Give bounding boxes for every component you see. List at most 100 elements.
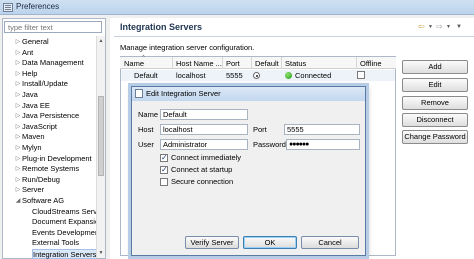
column-header-offline[interactable]: Offline — [360, 58, 382, 69]
tree-item[interactable]: ▷ Data Management — [16, 58, 84, 68]
tree-item-label: Server — [22, 185, 45, 195]
column-header-default[interactable]: Default — [255, 58, 279, 69]
scroll-thumb[interactable] — [98, 96, 104, 176]
tree-item-label: Mylyn — [22, 143, 42, 152]
tree-item[interactable]: ▷ Plug-in Development — [16, 153, 92, 164]
cell-name: Default — [134, 71, 158, 80]
ok-button[interactable]: OK — [243, 236, 297, 249]
password-field[interactable]: ●●●●●● — [286, 139, 360, 150]
expanded-arrow-icon[interactable]: ◢ — [14, 196, 22, 206]
change-password-button[interactable]: Change Password — [402, 130, 468, 144]
tree-item[interactable]: Integration Servers — [32, 249, 98, 259]
menu-icon[interactable]: ▼ — [456, 22, 462, 32]
tree-item-label: Java — [22, 90, 38, 99]
tree-item[interactable]: External Tools — [32, 238, 79, 248]
collapsed-arrow-icon[interactable]: ▷ — [14, 154, 22, 164]
name-label: Name — [138, 110, 159, 119]
collapsed-arrow-icon[interactable]: ▷ — [14, 58, 22, 68]
scroll-up-icon[interactable]: ▲ — [97, 37, 105, 45]
tree-item[interactable]: ▷ Mylyn — [16, 143, 42, 153]
cancel-button[interactable]: Cancel — [301, 236, 359, 249]
tree-item[interactable]: ▷ Ant — [16, 47, 34, 58]
back-arrow-icon[interactable]: ⇦ — [418, 22, 425, 32]
user-field[interactable]: Administrator — [160, 139, 248, 150]
tree-item[interactable]: Document Expansio — [32, 217, 99, 227]
window-title-bar: Preferences — [0, 0, 474, 15]
connect-immediately-checkbox[interactable] — [160, 153, 168, 163]
tree-item[interactable]: ▷ Maven — [16, 132, 45, 142]
add-button[interactable]: Add — [402, 60, 468, 74]
column-header-port[interactable]: Port — [226, 58, 240, 69]
scroll-down-icon[interactable]: ▼ — [97, 249, 105, 257]
collapsed-arrow-icon[interactable]: ▷ — [14, 185, 22, 195]
tree-item[interactable]: ◢ Software AG — [16, 196, 65, 206]
dialog-icon — [135, 89, 143, 98]
page-title: Integration Servers — [120, 22, 203, 32]
tree-item[interactable]: ▷ Server — [16, 185, 45, 195]
tree-item[interactable]: ▷ General — [16, 37, 49, 47]
column-header-status[interactable]: Status — [285, 58, 306, 69]
secure-connection-label: Secure connection — [171, 177, 234, 186]
tree-item-label: Maven — [22, 132, 45, 142]
tree-item[interactable]: ▷ Java Persistence — [16, 111, 80, 121]
collapsed-arrow-icon[interactable]: ▷ — [14, 132, 22, 142]
forward-arrow-icon[interactable]: ⇨ — [436, 22, 443, 32]
tree-item-label: Plug-in Development — [22, 153, 92, 163]
column-header-host[interactable]: Host Name ... — [176, 58, 222, 69]
remove-button[interactable]: Remove — [402, 96, 468, 110]
page-description: Manage integration server configuration. — [120, 43, 255, 52]
collapsed-arrow-icon[interactable]: ▷ — [14, 122, 22, 132]
tree-item-label: Install/Update — [22, 79, 68, 89]
tree-item-label: Ant — [22, 47, 34, 57]
tree-item-label: Run/Debug — [22, 174, 60, 184]
filter-input[interactable] — [4, 21, 102, 33]
collapsed-arrow-icon[interactable]: ▷ — [14, 48, 22, 58]
tree-item-label: Java Persistence — [22, 111, 80, 121]
disconnect-button[interactable]: Disconnect — [402, 113, 468, 127]
collapsed-arrow-icon[interactable]: ▷ — [14, 90, 22, 100]
preferences-icon — [3, 3, 13, 12]
dropdown-icon[interactable]: ▼ — [446, 22, 451, 32]
port-field[interactable]: 5555 — [284, 124, 360, 135]
window-title: Preferences — [16, 2, 60, 11]
tree-item[interactable]: ▷ Install/Update — [16, 79, 68, 89]
connect-at-startup-label: Connect at startup — [171, 165, 233, 174]
tree-item[interactable]: ▷ Java — [16, 90, 38, 100]
password-label: Password — [253, 140, 286, 149]
tree-item[interactable]: ▷ JavaScript — [16, 122, 57, 132]
host-field[interactable]: localhost — [160, 124, 248, 135]
secure-connection-checkbox[interactable] — [160, 178, 168, 186]
tree-item[interactable]: CloudStreams Serve — [32, 207, 101, 217]
connect-at-startup-checkbox[interactable] — [160, 165, 168, 175]
host-label: Host — [138, 125, 154, 134]
tree-item[interactable]: ▷ Help — [16, 69, 38, 79]
column-header-name[interactable]: Name — [124, 58, 144, 69]
collapsed-arrow-icon[interactable]: ▷ — [14, 111, 22, 121]
tree-item-label: Data Management — [22, 58, 84, 68]
tree-scrollbar[interactable]: ▲ ▼ — [96, 36, 105, 258]
collapsed-arrow-icon[interactable]: ▷ — [14, 164, 22, 174]
tree-item[interactable]: ▷ Run/Debug — [16, 174, 60, 185]
tree-item[interactable]: Events Development — [32, 228, 101, 238]
collapsed-arrow-icon[interactable]: ▷ — [14, 143, 22, 153]
collapsed-arrow-icon[interactable]: ▷ — [14, 79, 22, 89]
dropdown-icon[interactable]: ▼ — [428, 22, 433, 32]
offline-checkbox[interactable] — [357, 71, 365, 79]
collapsed-arrow-icon[interactable]: ▷ — [14, 69, 22, 79]
collapsed-arrow-icon[interactable]: ▷ — [14, 175, 22, 185]
tree-item-label: Remote Systems — [22, 164, 80, 174]
verify-server-button[interactable]: Verify Server — [185, 236, 239, 249]
tree-item-label: Java EE — [22, 100, 50, 110]
tree-item-label: Integration Servers — [33, 250, 97, 259]
edit-button[interactable]: Edit — [402, 78, 468, 92]
tree-item-label: Software AG — [22, 196, 65, 205]
collapsed-arrow-icon[interactable]: ▷ — [14, 101, 22, 111]
tree-item-label: General — [22, 37, 49, 46]
tree-item[interactable]: ▷ Remote Systems — [16, 164, 80, 174]
port-label: Port — [253, 125, 267, 134]
name-field[interactable]: Default — [160, 109, 248, 120]
tree-item[interactable]: ▷ Java EE — [16, 100, 50, 111]
collapsed-arrow-icon[interactable]: ▷ — [14, 37, 22, 47]
default-radio[interactable] — [253, 72, 260, 79]
cell-status: Connected — [295, 71, 332, 80]
